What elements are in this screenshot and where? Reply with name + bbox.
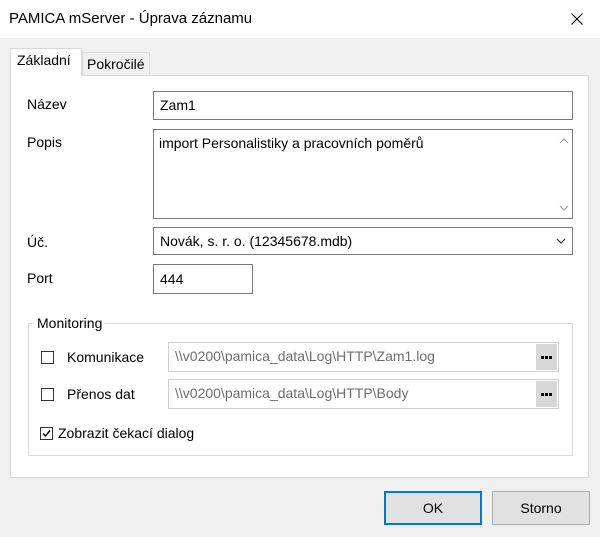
data-transfer-path-field: \\v0200\pamica_data\Log\HTTP\Body [168, 379, 559, 409]
ok-button[interactable]: OK [384, 491, 482, 525]
communication-path-value: \\v0200\pamica_data\Log\HTTP\Zam1.log [175, 348, 435, 364]
account-select-value: Novák, s. r. o. (12345678.mdb) [160, 233, 353, 249]
description-label: Popis [27, 134, 63, 150]
monitoring-legend: Monitoring [34, 315, 106, 331]
data-transfer-label: Přenos dat [67, 386, 135, 402]
checkmark-icon [42, 430, 51, 438]
communication-browse-button[interactable] [536, 344, 557, 370]
data-transfer-browse-button[interactable] [536, 381, 557, 407]
description-scrollbar[interactable] [555, 130, 572, 218]
chevron-down-icon [559, 205, 568, 211]
tab-basic[interactable]: Základní [10, 48, 82, 76]
scroll-up-button[interactable] [555, 132, 572, 149]
chevron-up-icon [559, 137, 568, 143]
account-select-arrow [556, 228, 566, 254]
port-label: Port [27, 270, 53, 286]
scroll-down-button[interactable] [555, 199, 572, 216]
wait-dialog-checkbox[interactable] [40, 427, 53, 440]
name-label: Název [27, 96, 67, 112]
data-transfer-path-value: \\v0200\pamica_data\Log\HTTP\Body [175, 385, 409, 401]
title-bar: PAMICA mServer - Úprava záznamu [0, 0, 600, 38]
wait-dialog-label: Zobrazit čekací dialog [58, 425, 195, 441]
name-input[interactable]: Zam1 [153, 91, 573, 120]
communication-path-field: \\v0200\pamica_data\Log\HTTP\Zam1.log [168, 342, 559, 372]
account-select[interactable]: Novák, s. r. o. (12345678.mdb) [153, 227, 573, 255]
chevron-down-icon [556, 238, 566, 244]
ellipsis-icon [541, 392, 552, 396]
window-title: PAMICA mServer - Úprava záznamu [9, 10, 253, 27]
communication-label: Komunikace [67, 349, 145, 365]
close-button[interactable] [554, 0, 600, 38]
description-text: import Personalistiky a pracovních poměr… [159, 135, 424, 151]
data-transfer-checkbox[interactable] [41, 388, 54, 401]
port-input[interactable]: 444 [153, 264, 253, 294]
tab-advanced[interactable]: Pokročilé [82, 52, 150, 76]
ellipsis-icon [541, 355, 552, 359]
close-icon [571, 13, 583, 25]
communication-checkbox[interactable] [41, 351, 54, 364]
account-label: Úč. [27, 234, 48, 250]
description-textarea[interactable]: import Personalistiky a pracovních poměr… [153, 129, 573, 219]
cancel-button[interactable]: Storno [492, 491, 590, 525]
